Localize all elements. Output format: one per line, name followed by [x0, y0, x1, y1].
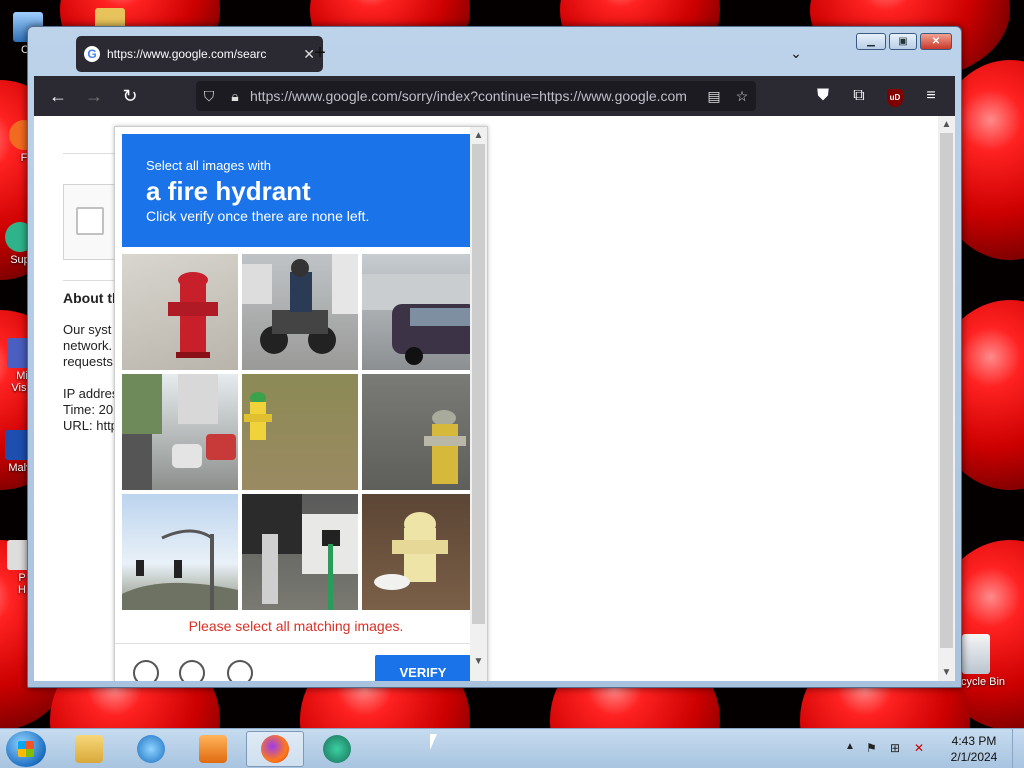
- maximize-button[interactable]: ▣: [889, 33, 917, 50]
- media-player-icon: [199, 735, 227, 763]
- taskbar-app[interactable]: [308, 731, 366, 767]
- info-icon[interactable]: [227, 660, 253, 681]
- show-desktop-button[interactable]: [1012, 729, 1024, 768]
- address-bar[interactable]: ⛉ 🔒︎ https://www.google.com/sorry/index?…: [196, 81, 756, 111]
- internet-explorer-icon: [137, 735, 165, 763]
- image-tile-fire-hydrant-white[interactable]: [362, 494, 478, 610]
- browser-window: G https://www.google.com/searc ✕ + ⌄ ▁ ▣…: [27, 26, 962, 688]
- about-text-line: IP addres: [63, 386, 119, 401]
- audio-challenge-icon[interactable]: [179, 660, 205, 681]
- google-favicon-icon: G: [84, 46, 100, 62]
- minimize-button[interactable]: ▁: [856, 33, 886, 50]
- navigation-toolbar: ← → ↻ ⛉ 🔒︎ https://www.google.com/sorry/…: [34, 76, 955, 116]
- challenge-instruction: Select all images with: [146, 158, 271, 173]
- page-scrollbar[interactable]: ▲ ▼: [938, 116, 955, 681]
- folder-icon: [75, 735, 103, 763]
- image-tile-car-parked[interactable]: [362, 254, 478, 370]
- list-tabs-chevron-icon[interactable]: ⌄: [786, 41, 806, 65]
- ublock-icon[interactable]: uD: [881, 82, 909, 110]
- about-text-line: Our syst: [63, 322, 112, 337]
- fire-hydrant-image: [374, 512, 448, 590]
- recaptcha-challenge: Select all images with a fire hydrant Cl…: [114, 126, 488, 681]
- shield-icon[interactable]: ⛉: [196, 88, 222, 105]
- challenge-header: Select all images with a fire hydrant Cl…: [122, 134, 470, 247]
- volume-muted-icon[interactable]: ✕: [914, 741, 930, 757]
- show-hidden-icons-icon[interactable]: ▲: [845, 741, 855, 752]
- taskbar-internet-explorer[interactable]: [122, 731, 180, 767]
- reader-view-icon[interactable]: ▤: [700, 88, 728, 105]
- verify-button[interactable]: VERIFY: [375, 655, 471, 681]
- error-message: Please select all matching images.: [188, 618, 404, 634]
- clock-date: 2/1/2024: [950, 750, 998, 764]
- image-tile-city-street-traffic[interactable]: [122, 374, 238, 490]
- fire-hydrant-image: [424, 410, 466, 484]
- forward-arrow-icon[interactable]: →: [80, 82, 108, 110]
- start-button[interactable]: [6, 731, 46, 767]
- about-text-line: network.: [63, 338, 113, 353]
- image-tile-fire-hydrant-yellow-asphalt[interactable]: [362, 374, 478, 490]
- about-text-line: URL: http: [63, 418, 118, 433]
- street-traffic-image: [122, 374, 236, 490]
- recycle-bin-icon: [962, 634, 990, 674]
- back-arrow-icon[interactable]: ←: [44, 82, 72, 110]
- reload-icon[interactable]: ↻: [116, 82, 144, 110]
- fire-hydrant-image: [244, 392, 272, 440]
- taskbar-firefox[interactable]: [246, 731, 304, 767]
- about-heading: About th: [63, 290, 121, 306]
- scroll-thumb[interactable]: [940, 133, 953, 648]
- mouse-cursor: [430, 734, 437, 750]
- challenge-footer-divider: [115, 643, 472, 644]
- hamburger-menu-icon[interactable]: ≡: [917, 82, 945, 110]
- image-tile-motorcycle-street[interactable]: [242, 254, 358, 370]
- extensions-puzzle-icon[interactable]: ⧉: [845, 82, 873, 110]
- traffic-light-image: [122, 529, 238, 610]
- scroll-down-icon[interactable]: ▼: [938, 664, 955, 681]
- network-icon[interactable]: ⊞: [890, 741, 906, 757]
- new-tab-button[interactable]: +: [308, 41, 332, 65]
- scroll-up-icon[interactable]: ▲: [470, 127, 487, 144]
- about-text-line: requests: [63, 354, 113, 369]
- image-tile-fire-hydrant-yellow-grass[interactable]: [242, 374, 358, 490]
- url-text[interactable]: https://www.google.com/sorry/index?conti…: [248, 88, 700, 104]
- bookmark-star-icon[interactable]: ☆: [728, 88, 756, 105]
- scroll-up-icon[interactable]: ▲: [938, 116, 955, 133]
- image-tile-street-signal-post[interactable]: [242, 494, 358, 610]
- about-text-line: Time: 20: [63, 402, 114, 417]
- firefox-icon: [261, 735, 289, 763]
- fire-hydrant-image: [168, 272, 218, 358]
- system-clock[interactable]: 4:43 PM 2/1/2024: [938, 733, 1010, 765]
- action-center-flag-icon[interactable]: ⚑: [866, 741, 882, 757]
- pocket-icon[interactable]: ⛊: [809, 82, 837, 110]
- taskbar-explorer[interactable]: [60, 731, 118, 767]
- image-tile-traffic-light-sky[interactable]: [122, 494, 238, 610]
- car-image: [362, 274, 478, 365]
- signal-post-image: [242, 494, 358, 610]
- title-bar: G https://www.google.com/searc ✕ + ⌄ ▁ ▣…: [28, 27, 961, 75]
- challenge-scrollbar[interactable]: ▲ ▼: [470, 127, 487, 681]
- windows-logo-icon: [18, 741, 34, 757]
- ublock-shield-icon: uD: [887, 89, 903, 107]
- scroll-thumb[interactable]: [472, 144, 485, 624]
- page-content: About th Our syst network. requests IP a…: [34, 116, 955, 681]
- browser-tab[interactable]: G https://www.google.com/searc ✕: [76, 36, 323, 72]
- recaptcha-checkbox[interactable]: [76, 207, 104, 235]
- reload-challenge-icon[interactable]: [133, 660, 159, 681]
- tab-title: https://www.google.com/searc: [107, 47, 267, 61]
- clock-time: 4:43 PM: [951, 734, 997, 748]
- image-tile-fire-hydrant-red[interactable]: [122, 254, 238, 370]
- scroll-down-icon[interactable]: ▼: [470, 653, 487, 670]
- challenge-subtext: Click verify once there are none left.: [146, 208, 370, 224]
- lock-icon[interactable]: 🔒︎: [222, 88, 248, 105]
- motorcycle-image: [242, 254, 358, 354]
- image-grid: [122, 254, 478, 610]
- taskbar: ▲ ⚑ ⊞ ✕ 4:43 PM 2/1/2024: [0, 728, 1024, 768]
- close-window-button[interactable]: ✕: [920, 33, 952, 50]
- app-icon: [323, 735, 351, 763]
- taskbar-media-player[interactable]: [184, 731, 242, 767]
- challenge-target: a fire hydrant: [146, 176, 311, 206]
